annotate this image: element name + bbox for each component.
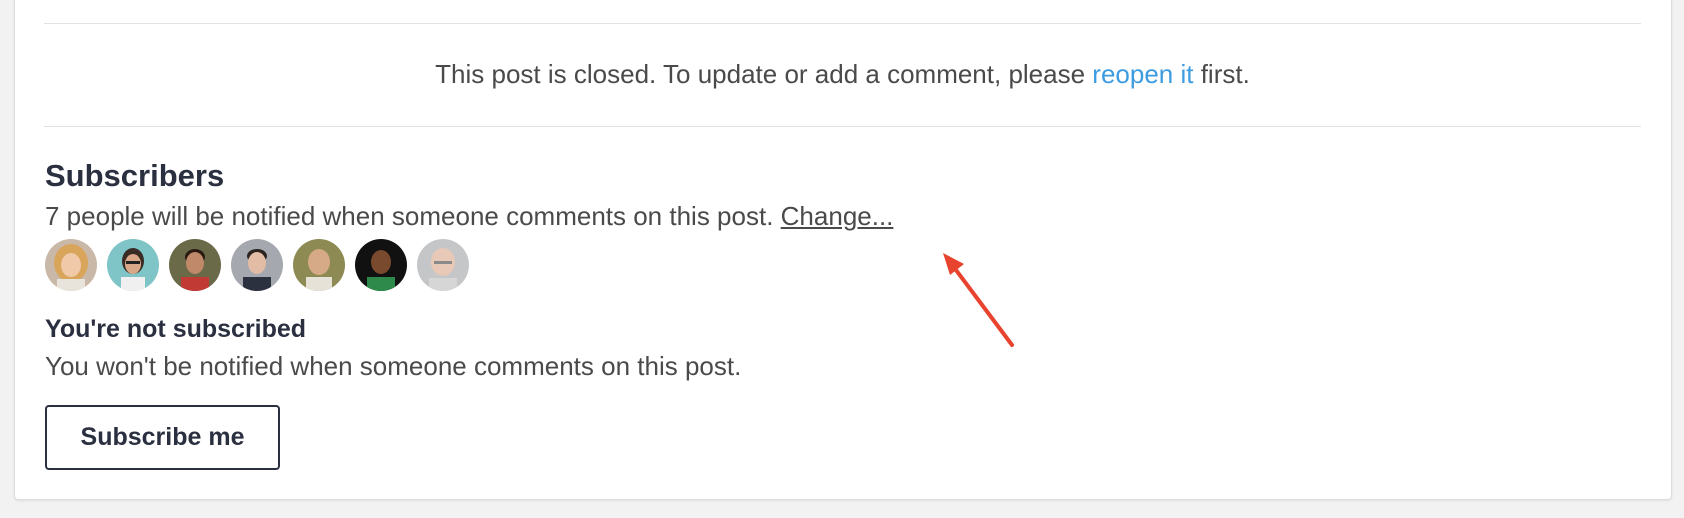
subscriber-avatar-7[interactable] <box>417 239 469 291</box>
subscriber-avatar-5[interactable] <box>293 239 345 291</box>
subscriber-avatar-1[interactable] <box>45 239 97 291</box>
subscriber-avatar-3[interactable] <box>169 239 221 291</box>
subscriber-avatar-2[interactable] <box>107 239 159 291</box>
section-divider <box>44 126 1641 127</box>
closed-notice: This post is closed. To update or add a … <box>44 56 1641 92</box>
closed-notice-suffix: first. <box>1193 59 1250 89</box>
change-subscribers-link[interactable]: Change... <box>781 201 894 231</box>
subscribe-me-button[interactable]: Subscribe me <box>45 405 280 470</box>
subscribers-description: 7 people will be notified when someone c… <box>45 198 893 234</box>
subscription-status-description: You won't be notified when someone comme… <box>45 351 742 381</box>
subscription-status-heading: You're not subscribed <box>45 315 307 343</box>
subscriber-avatar-6[interactable] <box>355 239 407 291</box>
closed-notice-text: This post is closed. To update or add a … <box>435 59 1093 89</box>
top-divider <box>44 23 1641 24</box>
subscriber-avatars <box>45 239 469 291</box>
reopen-link[interactable]: reopen it <box>1092 59 1193 89</box>
subscribers-description-text: 7 people will be notified when someone c… <box>45 201 781 231</box>
subscribers-heading: Subscribers <box>45 158 225 193</box>
subscriber-avatar-4[interactable] <box>231 239 283 291</box>
